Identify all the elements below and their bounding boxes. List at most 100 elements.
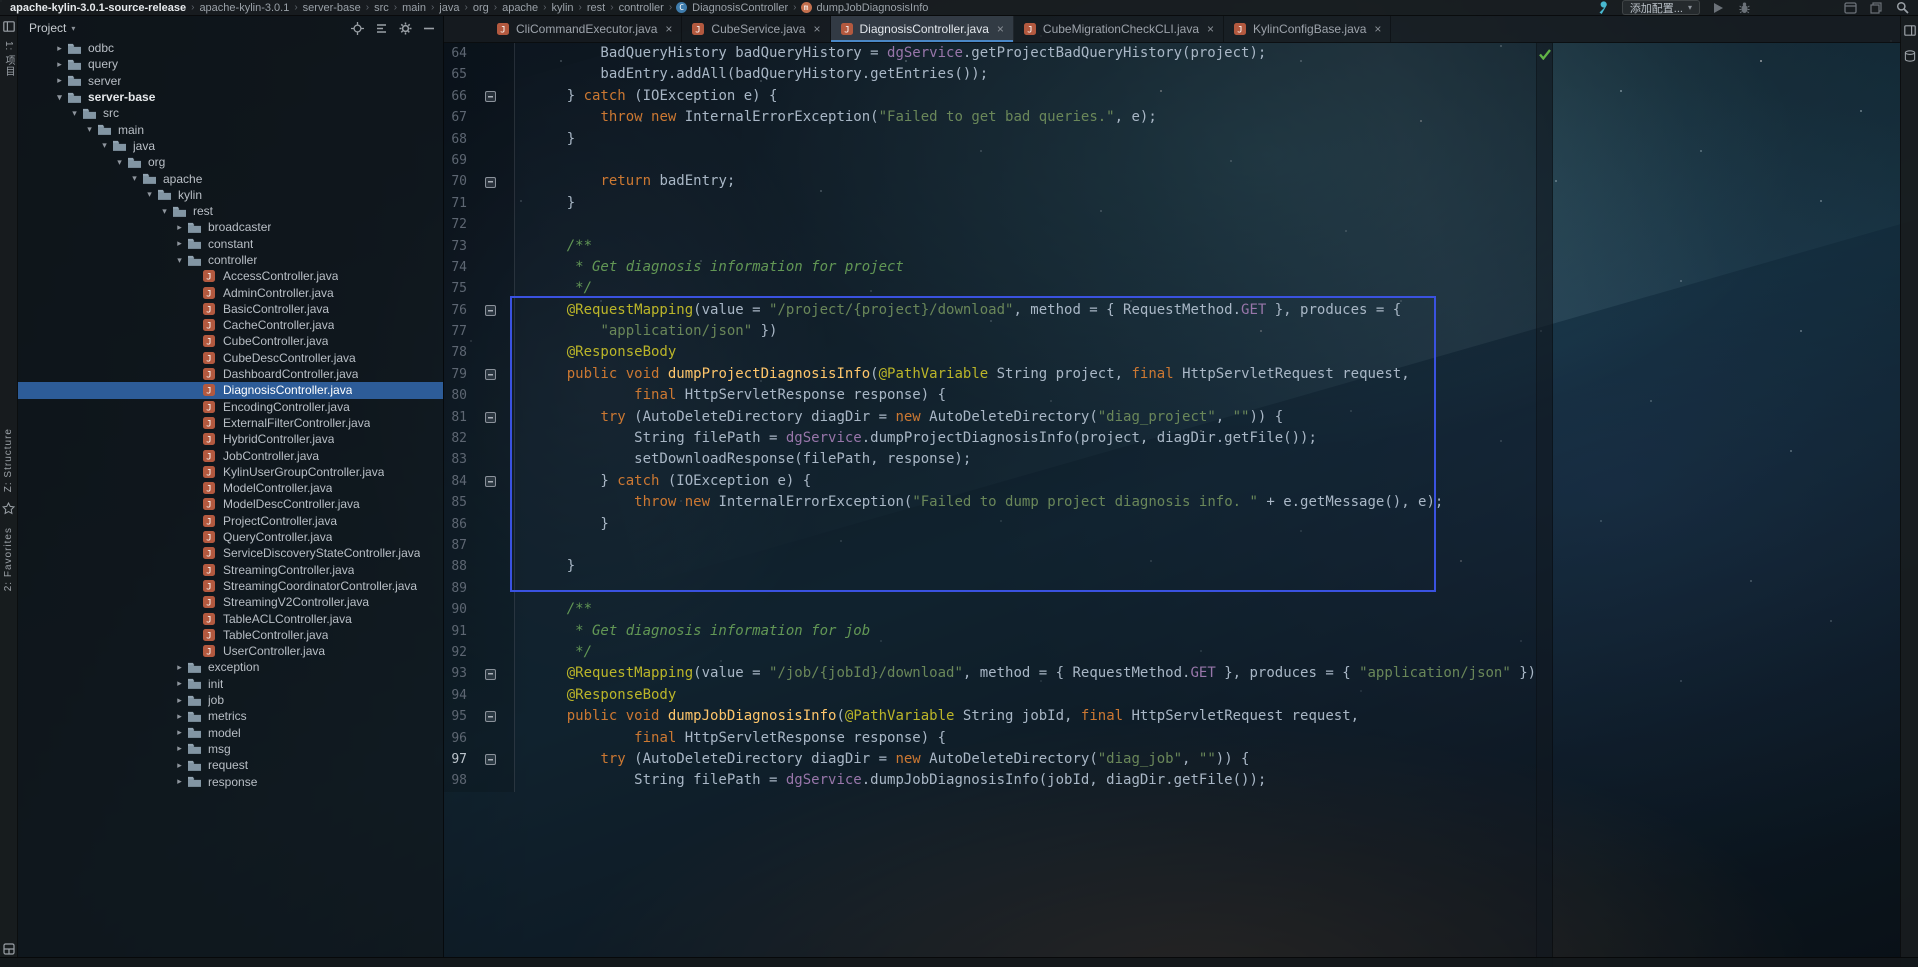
code-line[interactable]: 88 } (443, 556, 1536, 577)
tree-item-server[interactable]: ▸server (17, 73, 443, 89)
chevron-right-icon[interactable]: ▸ (172, 662, 187, 673)
tree-item-tablecontroller-java[interactable]: JTableController.java (17, 627, 443, 643)
code-line[interactable]: 82 String filePath = dgService.dumpProje… (443, 428, 1536, 449)
tree-item-cubecontroller-java[interactable]: JCubeController.java (17, 333, 443, 349)
breadcrumb-item[interactable]: server-base (303, 2, 361, 14)
fold-marker-icon[interactable] (485, 91, 496, 102)
run-icon[interactable] (1710, 1, 1726, 15)
code-line[interactable]: 94 @ResponseBody (443, 685, 1536, 706)
sidebar-item-project[interactable]: 1: 项目 (1, 41, 16, 77)
tab-cubemigrationcheckcli-java[interactable]: JCubeMigrationCheckCLI.java× (1014, 16, 1224, 42)
chevron-right-icon[interactable]: ▸ (52, 43, 67, 54)
chevron-right-icon[interactable]: ▸ (172, 678, 187, 689)
sidebar-item-structure[interactable]: Z: Structure (3, 428, 14, 492)
breadcrumb-item[interactable]: apache (502, 2, 538, 14)
tree-item-tableaclcontroller-java[interactable]: JTableACLController.java (17, 610, 443, 626)
fold-marker-icon[interactable] (485, 369, 496, 380)
tree-item-cubedesccontroller-java[interactable]: JCubeDescController.java (17, 350, 443, 366)
chevron-right-icon[interactable]: ▸ (172, 695, 187, 706)
fold-marker-icon[interactable] (485, 476, 496, 487)
breadcrumb-item[interactable]: main (402, 2, 426, 14)
chevron-right-icon[interactable]: ▸ (172, 776, 187, 787)
code-line[interactable]: 75 */ (443, 278, 1536, 299)
tree-item-servicediscoverystatecontroller-java[interactable]: JServiceDiscoveryStateController.java (17, 545, 443, 561)
chevron-down-icon[interactable]: ▾ (142, 189, 157, 200)
breadcrumb-item[interactable]: java (439, 2, 459, 14)
fold-marker-icon[interactable] (485, 711, 496, 722)
tool-window-icon[interactable] (1903, 24, 1916, 37)
breadcrumb-item[interactable]: kylin (552, 2, 574, 14)
collapse-all-icon[interactable] (375, 22, 388, 35)
tree-item-rest[interactable]: ▾rest (17, 203, 443, 219)
tree-item-projectcontroller-java[interactable]: JProjectController.java (17, 513, 443, 529)
chevron-down-icon[interactable]: ▾ (127, 173, 142, 184)
add-configuration-button[interactable]: 添加配置... ▾ (1622, 0, 1700, 15)
tree-item-src[interactable]: ▾src (17, 105, 443, 121)
breadcrumb-method-item[interactable]: dumpJobDiagnosisInfo (817, 2, 929, 14)
fold-marker-icon[interactable] (485, 754, 496, 765)
code-line[interactable]: 91 * Get diagnosis information for job (443, 621, 1536, 642)
tree-item-querycontroller-java[interactable]: JQueryController.java (17, 529, 443, 545)
code-line[interactable]: 65 badEntry.addAll(badQueryHistory.getEn… (443, 64, 1536, 85)
chevron-right-icon[interactable]: ▸ (172, 238, 187, 249)
tree-item-jobcontroller-java[interactable]: JJobController.java (17, 447, 443, 463)
chevron-right-icon[interactable]: ▸ (52, 75, 67, 86)
code-line[interactable]: 69 (443, 150, 1536, 171)
locate-file-icon[interactable] (351, 22, 364, 35)
tree-item-streamingcoordinatorcontroller-java[interactable]: JStreamingCoordinatorController.java (17, 578, 443, 594)
tree-item-msg[interactable]: ▸msg (17, 741, 443, 757)
tree-item-metrics[interactable]: ▸metrics (17, 708, 443, 724)
project-panel-title[interactable]: Project (29, 21, 66, 35)
tab-clicommandexecutor-java[interactable]: JCliCommandExecutor.java× (487, 16, 682, 42)
code-line[interactable]: 78 @ResponseBody (443, 342, 1536, 363)
debug-icon[interactable] (1736, 1, 1752, 15)
tree-item-main[interactable]: ▾main (17, 121, 443, 137)
error-stripe[interactable] (1536, 43, 1553, 967)
code-line[interactable]: 84 } catch (IOException e) { (443, 471, 1536, 492)
tree-item-broadcaster[interactable]: ▸broadcaster (17, 219, 443, 235)
code-line[interactable]: 64 BadQueryHistory badQueryHistory = dgS… (443, 43, 1536, 64)
tree-item-query[interactable]: ▸query (17, 56, 443, 72)
gear-icon[interactable] (399, 22, 412, 35)
code-line[interactable]: 92 */ (443, 642, 1536, 663)
tab-diagnosiscontroller-java[interactable]: JDiagnosisController.java× (831, 16, 1014, 42)
tree-item-hybridcontroller-java[interactable]: JHybridController.java (17, 431, 443, 447)
breadcrumb-item[interactable]: controller (619, 2, 664, 14)
code-line[interactable]: 73 /** (443, 236, 1536, 257)
chevron-right-icon[interactable]: ▸ (172, 743, 187, 754)
tree-item-basiccontroller-java[interactable]: JBasicController.java (17, 301, 443, 317)
tree-item-accesscontroller-java[interactable]: JAccessController.java (17, 268, 443, 284)
chevron-down-icon[interactable]: ▾ (157, 206, 172, 217)
tree-item-modeldesccontroller-java[interactable]: JModelDescController.java (17, 496, 443, 512)
tree-item-response[interactable]: ▸response (17, 773, 443, 789)
code-line[interactable]: 83 setDownloadResponse(filePath, respons… (443, 449, 1536, 470)
chevron-right-icon[interactable]: ▸ (172, 760, 187, 771)
hide-panel-icon[interactable] (423, 26, 435, 31)
tree-item-exception[interactable]: ▸exception (17, 659, 443, 675)
code-line[interactable]: 77 "application/json" }) (443, 321, 1536, 342)
fold-marker-icon[interactable] (485, 669, 496, 680)
tree-item-externalfiltercontroller-java[interactable]: JExternalFilterController.java (17, 415, 443, 431)
code-line[interactable]: 89 (443, 578, 1536, 599)
chevron-down-icon[interactable]: ▾ (67, 108, 82, 119)
breadcrumb-item[interactable]: src (374, 2, 389, 14)
tool-windows-grid-icon[interactable] (2, 942, 15, 955)
code-line[interactable]: 68 } (443, 129, 1536, 150)
code-line[interactable]: 66 } catch (IOException e) { (443, 86, 1536, 107)
code-line[interactable]: 90 /** (443, 599, 1536, 620)
breadcrumb-item[interactable]: apache-kylin-3.0.1-source-release (10, 2, 186, 14)
code-line[interactable]: 76 @RequestMapping(value = "/project/{pr… (443, 300, 1536, 321)
close-icon[interactable]: × (1207, 22, 1214, 36)
tree-item-server-base[interactable]: ▾server-base (17, 89, 443, 105)
code-line[interactable]: 85 throw new InternalErrorException("Fai… (443, 492, 1536, 513)
tree-item-modelcontroller-java[interactable]: JModelController.java (17, 480, 443, 496)
code-line[interactable]: 81 try (AutoDeleteDirectory diagDir = ne… (443, 407, 1536, 428)
chevron-down-icon[interactable]: ▾ (112, 157, 127, 168)
code-line[interactable]: 79 public void dumpProjectDiagnosisInfo(… (443, 364, 1536, 385)
tree-item-model[interactable]: ▸model (17, 724, 443, 740)
breadcrumb-item[interactable]: org (473, 2, 489, 14)
tree-item-request[interactable]: ▸request (17, 757, 443, 773)
tree-item-init[interactable]: ▸init (17, 676, 443, 692)
fold-marker-icon[interactable] (485, 177, 496, 188)
tree-item-controller[interactable]: ▾controller (17, 252, 443, 268)
